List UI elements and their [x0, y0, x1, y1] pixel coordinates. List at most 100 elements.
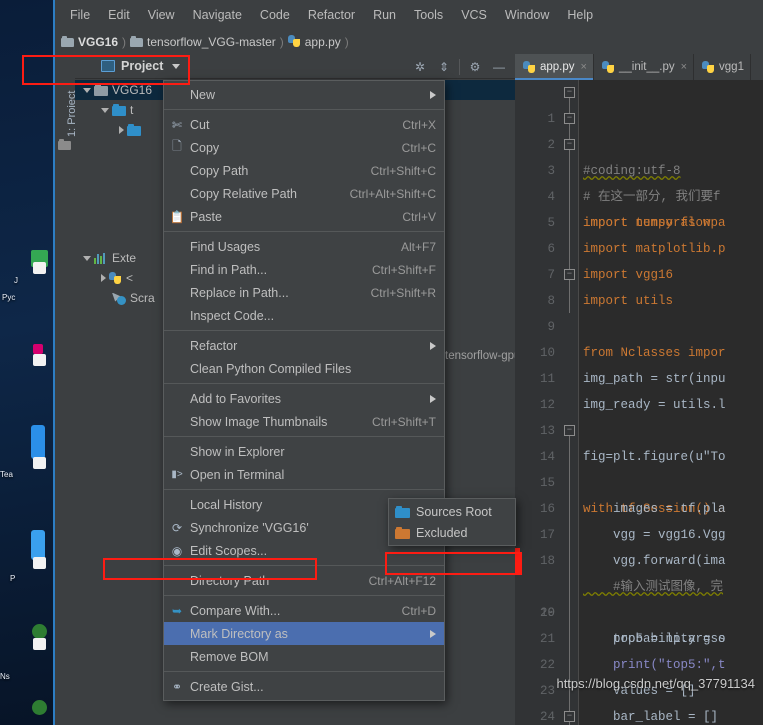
menu-item-copy[interactable]: 🗋 Copy Ctrl+C	[164, 136, 444, 159]
submenu-item-excluded[interactable]: Excluded	[389, 522, 515, 543]
fold-minus-icon[interactable]: −	[564, 113, 575, 124]
breadcrumb-label: VGG16	[78, 34, 119, 49]
no-icon	[164, 440, 190, 463]
terminal-icon: ▮>	[171, 469, 183, 480]
desktop-icon-label-5: Ns	[0, 672, 10, 681]
tree-item-label: VGG16	[112, 83, 153, 97]
menu-item-label: Mark Directory as	[190, 626, 288, 641]
menu-item-label: Show in Explorer	[190, 444, 285, 459]
desktop-icon-2-page	[33, 354, 46, 366]
no-icon	[164, 569, 190, 592]
fold-minus-icon[interactable]: −	[564, 425, 575, 436]
twisty-down-icon[interactable]	[83, 255, 91, 261]
menu-code[interactable]: Code	[251, 5, 299, 25]
folder-icon	[61, 36, 74, 47]
screenshot-root: J Pyc Tea P Ns File Edit View Navigate C…	[0, 0, 763, 725]
hide-panel-icon[interactable]: —	[487, 56, 511, 78]
menu-item-mark-directory-as[interactable]: Mark Directory as	[164, 622, 444, 645]
folder-icon-blue	[112, 104, 126, 116]
close-icon[interactable]: ×	[681, 61, 687, 73]
desktop-icon-3-page	[33, 457, 46, 469]
code-line: 3 − import numpy as np	[515, 132, 763, 230]
menu-item-shortcut: Ctrl+C	[401, 140, 436, 155]
target-locate-icon[interactable]: ✲	[408, 56, 432, 78]
desktop-icon-2[interactable]	[33, 344, 43, 354]
menu-item-add-to-favorites[interactable]: Add to Favorites	[164, 387, 444, 410]
menu-navigate[interactable]: Navigate	[184, 5, 251, 25]
menu-help[interactable]: Help	[558, 5, 602, 25]
menu-item-new[interactable]: New	[164, 83, 444, 106]
desktop-icon-4[interactable]	[31, 530, 45, 560]
menu-item-show-in-explorer[interactable]: Show in Explorer	[164, 440, 444, 463]
chevron-down-icon[interactable]	[172, 63, 181, 69]
menu-item-compare-with[interactable]: ➥ Compare With... Ctrl+D	[164, 599, 444, 622]
menu-vcs[interactable]: VCS	[452, 5, 496, 25]
twisty-right-icon[interactable]	[119, 126, 124, 134]
folder-icon	[94, 84, 108, 96]
gear-settings-icon[interactable]: ⚙	[463, 56, 487, 78]
menu-item-copy-relative-path[interactable]: Copy Relative Path Ctrl+Alt+Shift+C	[164, 182, 444, 205]
breadcrumb-item-tensorflow-vgg-master[interactable]: tensorflow_VGG-master	[130, 35, 276, 49]
menu-item-shortcut: Ctrl+Shift+C	[370, 163, 436, 178]
menu-item-cut[interactable]: ✄ Cut Ctrl+X	[164, 113, 444, 136]
tool-window-strip: 1: Project	[55, 54, 78, 319]
scope-icon: ◉	[171, 543, 183, 558]
menu-item-create-gist[interactable]: ⚭ Create Gist...	[164, 675, 444, 698]
code-text-area[interactable]: 1 − #coding:utf-8 2 − # 在这一部分, 我们要f 3 − …	[515, 80, 763, 725]
breadcrumb-item-app-py[interactable]: app.py	[287, 35, 341, 49]
menu-item-replace-in-path[interactable]: Replace in Path... Ctrl+Shift+R	[164, 281, 444, 304]
menu-item-inspect-code[interactable]: Inspect Code...	[164, 304, 444, 327]
desktop-icon-label-4: P	[10, 574, 16, 583]
menu-item-refactor[interactable]: Refactor	[164, 334, 444, 357]
menu-item-find-usages[interactable]: Find Usages Alt+F7	[164, 235, 444, 258]
menu-window[interactable]: Window	[496, 5, 558, 25]
twisty-down-icon[interactable]	[83, 87, 91, 93]
menu-view[interactable]: View	[139, 5, 184, 25]
menu-item-open-in-terminal[interactable]: ▮> Open in Terminal	[164, 463, 444, 486]
desktop-icon-3[interactable]	[31, 425, 45, 459]
project-view-selector[interactable]: Project	[101, 59, 181, 73]
twisty-right-icon[interactable]	[101, 274, 106, 282]
fold-minus-icon[interactable]: −	[564, 87, 575, 98]
menu-item-paste[interactable]: 📋 Paste Ctrl+V	[164, 205, 444, 228]
desktop-icon-5[interactable]	[32, 624, 47, 639]
menu-item-label: New	[190, 87, 216, 102]
watermark-url: https://blog.csdn.net/qq_37791134	[556, 676, 755, 691]
menu-item-clean-python-compiled-files[interactable]: Clean Python Compiled Files	[164, 357, 444, 380]
tab-app-py[interactable]: app.py ×	[515, 54, 594, 80]
project-view-icon	[101, 60, 115, 72]
menu-separator	[164, 595, 444, 596]
collapse-all-icon[interactable]: ⇕	[432, 56, 456, 78]
tab-init-py[interactable]: __init__.py ×	[594, 54, 695, 80]
fold-minus-icon[interactable]: −	[564, 711, 575, 722]
menu-item-directory-path[interactable]: Directory Path Ctrl+Alt+F12	[164, 569, 444, 592]
code-line: 10 img_path = str(inpu	[515, 314, 763, 386]
close-icon[interactable]: ×	[581, 61, 587, 73]
menu-refactor[interactable]: Refactor	[299, 5, 364, 25]
clipboard-icon: 📋	[169, 209, 185, 224]
menu-item-label: Local History	[190, 497, 263, 512]
menu-file[interactable]: File	[61, 5, 99, 25]
code-line: 1 − #coding:utf-8	[515, 80, 763, 178]
menu-edit[interactable]: Edit	[99, 5, 139, 25]
menu-run[interactable]: Run	[364, 5, 405, 25]
menu-item-label: Find Usages	[190, 239, 261, 254]
menu-item-show-image-thumbnails[interactable]: Show Image Thumbnails Ctrl+Shift+T	[164, 410, 444, 433]
menu-item-remove-bom[interactable]: Remove BOM	[164, 645, 444, 668]
no-icon	[164, 258, 190, 281]
submenu-item-sources-root[interactable]: Sources Root	[389, 501, 515, 522]
desktop-icon-6[interactable]	[32, 700, 47, 715]
breadcrumb-item-vgg16[interactable]: VGG16	[61, 35, 118, 49]
fold-minus-icon[interactable]: −	[564, 139, 575, 150]
tab-vgg16-py[interactable]: vgg1	[694, 54, 751, 80]
menu-tools[interactable]: Tools	[405, 5, 452, 25]
twisty-down-icon[interactable]	[101, 107, 109, 113]
folder-icon-orange	[395, 526, 410, 539]
code-line: 2 − # 在这一部分, 我们要f	[515, 106, 763, 204]
fold-minus-icon[interactable]: −	[564, 269, 575, 280]
menu-item-shortcut: Ctrl+Shift+F	[371, 262, 436, 277]
menu-item-find-in-path[interactable]: Find in Path... Ctrl+Shift+F	[164, 258, 444, 281]
menu-item-copy-path[interactable]: Copy Path Ctrl+Shift+C	[164, 159, 444, 182]
folder-icon-blue	[395, 505, 410, 518]
folder-icon[interactable]	[58, 139, 71, 150]
